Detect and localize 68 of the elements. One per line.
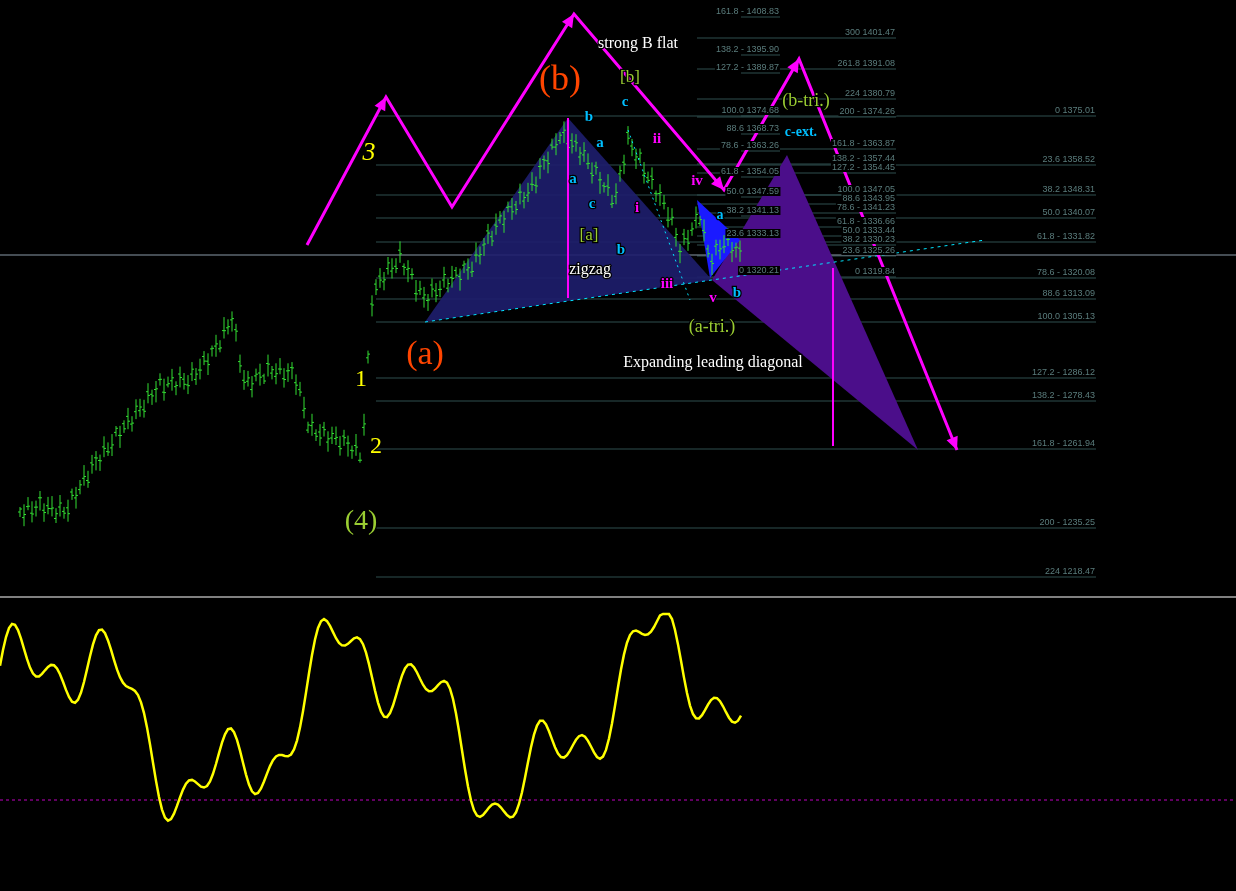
fib-level-label: 138.2 - 1395.90: [714, 45, 780, 54]
wave-label: c: [588, 195, 596, 211]
fib-level-label: 0 1375.01: [1053, 106, 1096, 115]
fib-level-label: 88.6 1368.73: [725, 124, 780, 133]
wave-label: (a-tri.): [688, 316, 736, 336]
fib-level-label: 127.2 - 1354.45: [830, 163, 896, 172]
fib-level-label: 50.0 1340.07: [1041, 208, 1096, 217]
wave-label: strong B flat: [598, 34, 678, 51]
fib-level-line: [740, 16, 781, 18]
wave-label: c-ext.: [784, 124, 818, 139]
fib-level-label: 38.2 1330.23: [841, 235, 896, 244]
wave-label: a: [716, 207, 724, 222]
fib-level-label: 78.6 - 1341.23: [835, 203, 896, 212]
fib-level-label: 0 1319.84: [853, 267, 896, 276]
fib-level-label: 138.2 - 1278.43: [1030, 391, 1096, 400]
wave-label: c: [621, 93, 629, 109]
fib-level-label: 224 1218.47: [1043, 567, 1096, 576]
wave-label: (a): [406, 334, 444, 371]
wave-label: zigzag: [569, 260, 611, 277]
fib-level-label: 100.0 1305.13: [1036, 312, 1096, 321]
wave-label: v: [709, 289, 717, 305]
fib-level-label: 200 - 1374.26: [838, 107, 896, 116]
fib-level-label: 100.0 1347.05: [836, 185, 896, 194]
fib-level-label: 261.8 1391.08: [836, 59, 896, 68]
fib-level-label: 38.2 1348.31: [1041, 185, 1096, 194]
fib-level-label: 23.6 1325.26: [841, 246, 896, 255]
fib-level-label: 100.0 1374.68: [720, 106, 780, 115]
fib-level-label: 88.6 1343.95: [841, 194, 896, 203]
fib-level-label: 23.6 1358.52: [1041, 155, 1096, 164]
fib-level-label: 38.2 1341.13: [725, 206, 780, 215]
fib-level-label: 224 1380.79: [843, 89, 896, 98]
fib-level-line: [740, 133, 781, 135]
fib-level-label: 138.2 - 1357.44: [830, 154, 896, 163]
fib-level-label: 127.2 - 1286.12: [1030, 368, 1096, 377]
wave-label: 2: [370, 432, 382, 458]
wave-label: [a]: [579, 225, 599, 244]
wave-label: 3: [362, 137, 376, 166]
fib-level-label: 127.2 - 1389.87: [714, 63, 780, 72]
wave-label: b: [584, 108, 594, 124]
fib-level-label: 50.0 1333.44: [841, 226, 896, 235]
fib-level-label: 200 - 1235.25: [1038, 518, 1096, 527]
fib-level-label: 300 1401.47: [843, 28, 896, 37]
fib-level-line: [740, 54, 781, 56]
wave-label: a: [596, 134, 604, 150]
wave-label: (4): [344, 504, 378, 535]
fib-level-label: 88.6 1313.09: [1041, 289, 1096, 298]
wave-label: a: [569, 170, 577, 186]
wave-label: Expanding leading diagonal: [623, 353, 803, 370]
wave-label: 1: [355, 365, 367, 391]
fib-level-label: 161.8 - 1408.83: [714, 7, 780, 16]
wave-label: b: [732, 284, 742, 300]
wave-label: ii: [652, 130, 662, 146]
wave-label: i: [634, 199, 640, 215]
fib-level-label: 161.8 - 1261.94: [1030, 439, 1096, 448]
wave-label: (b): [539, 58, 581, 98]
fib-level-label: 0 1320.21: [737, 266, 780, 275]
wave-label: iv: [691, 172, 703, 188]
fib-level-label: 61.8 - 1331.82: [1035, 232, 1096, 241]
fib-level-label: 78.6 - 1363.26: [719, 141, 780, 150]
fib-level-label: 78.6 - 1320.08: [1035, 268, 1096, 277]
fib-level-line: [740, 72, 781, 74]
fib-level-label: 61.8 - 1354.05: [719, 167, 780, 176]
fib-level-label: 61.8 - 1336.66: [835, 217, 896, 226]
fib-level-label: 161.8 - 1363.87: [830, 139, 896, 148]
fib-level-label: 23.6 1333.13: [725, 229, 780, 238]
fib-level-label: 50.0 1347.59: [725, 187, 780, 196]
wave-label: iii: [660, 275, 674, 291]
wave-label: b: [616, 241, 626, 257]
